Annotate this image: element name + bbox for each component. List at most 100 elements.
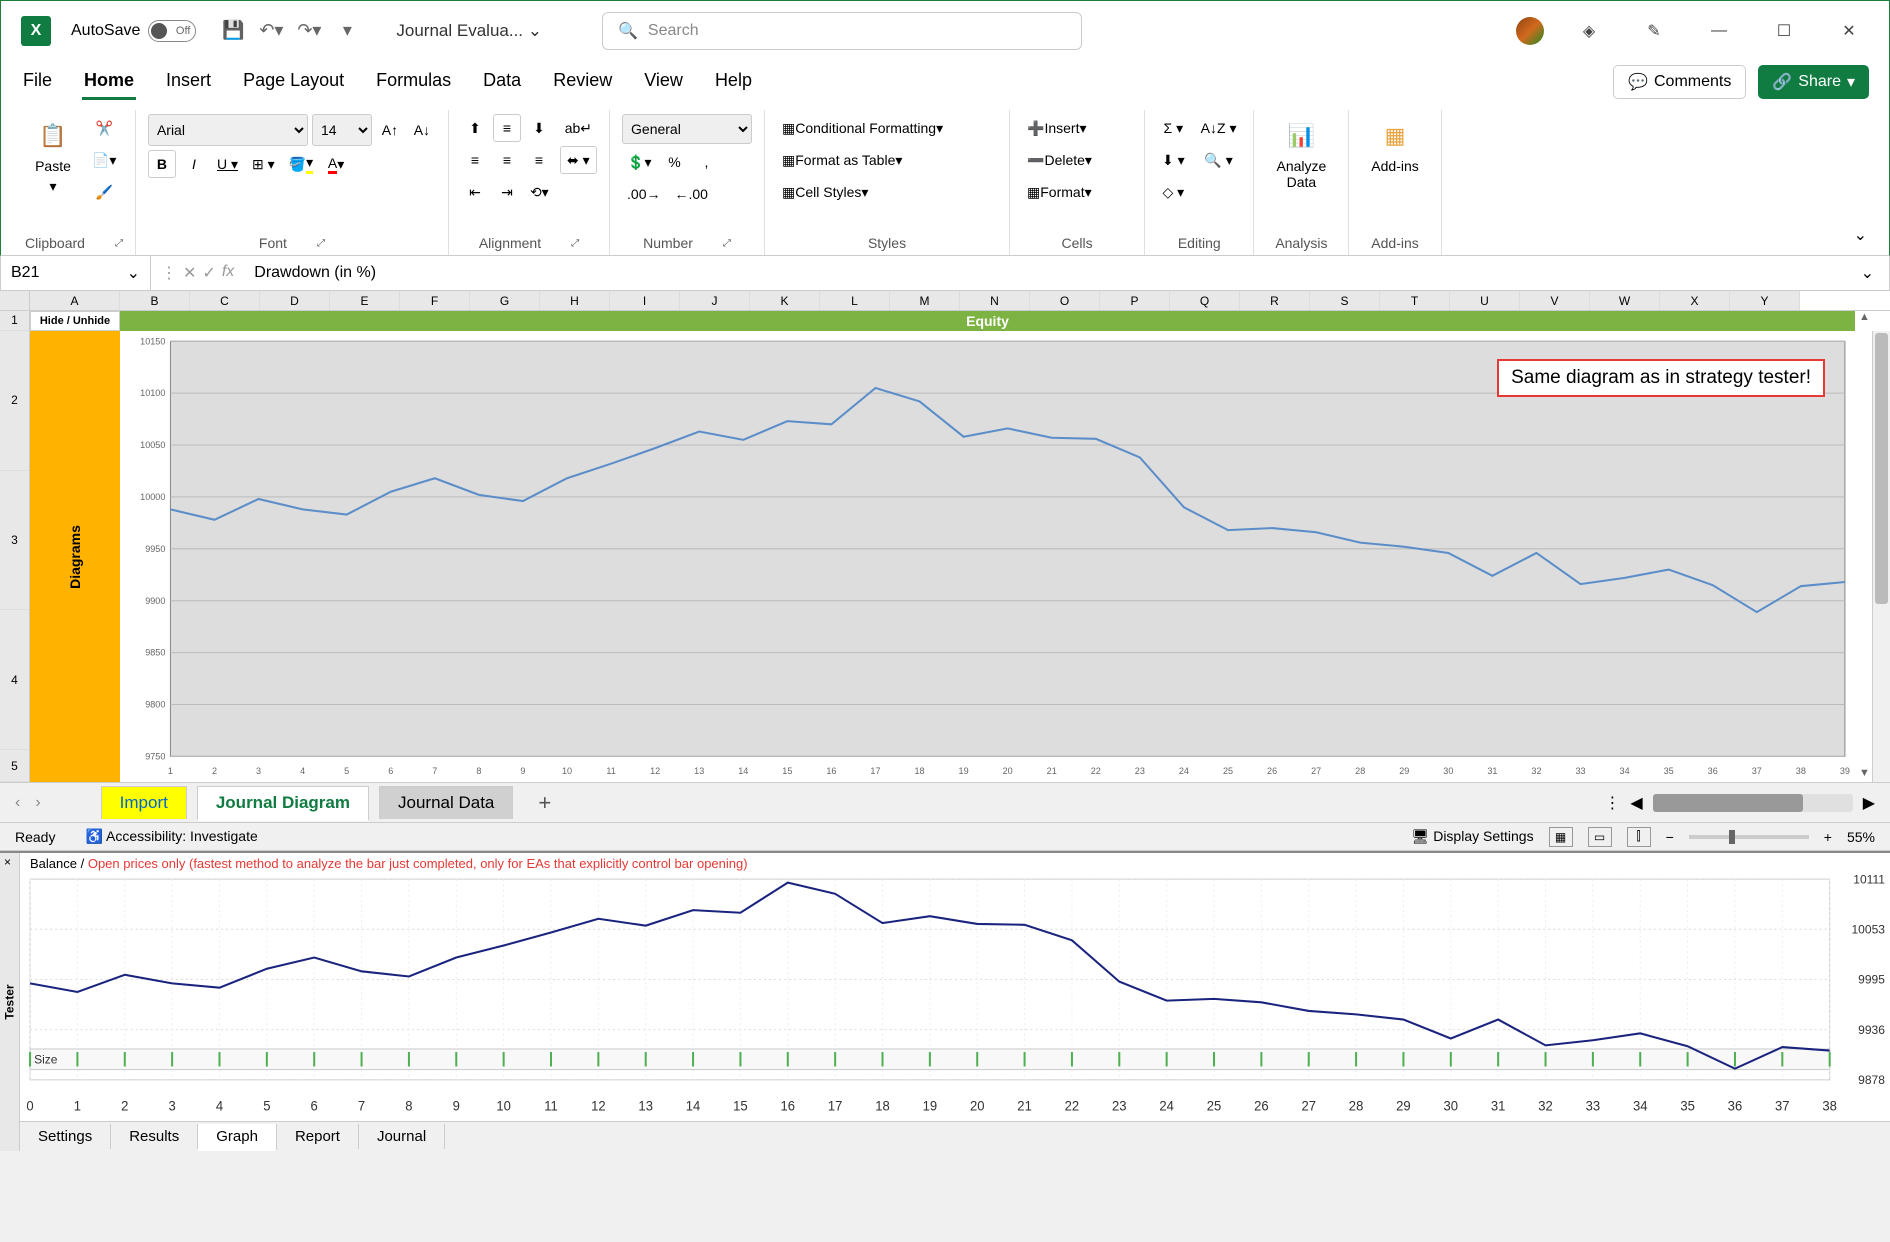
column-header[interactable]: L — [820, 291, 890, 310]
sheet-next-icon[interactable]: › — [35, 794, 40, 812]
font-color-icon[interactable]: A▾ — [322, 150, 350, 178]
addins-button[interactable]: ▦ Add-ins — [1361, 114, 1428, 178]
add-sheet-button[interactable]: + — [538, 790, 551, 816]
paste-button[interactable]: 📋 Paste▾ — [25, 114, 81, 199]
conditional-formatting-button[interactable]: ▦ Conditional Formatting ▾ — [777, 114, 997, 142]
scroll-up-icon[interactable]: ▲ — [1857, 311, 1872, 326]
tab-view[interactable]: View — [642, 64, 685, 100]
column-header[interactable]: B — [120, 291, 190, 310]
tester-close-icon[interactable]: × — [4, 855, 11, 869]
clipboard-launcher-icon[interactable]: ⤢ — [115, 238, 123, 249]
column-header[interactable]: X — [1660, 291, 1730, 310]
currency-icon[interactable]: 💲▾ — [622, 148, 656, 176]
sheet-prev-icon[interactable]: ‹ — [15, 794, 20, 812]
row-header[interactable]: 5 — [0, 750, 30, 782]
autosum-icon[interactable]: Σ ▾ — [1157, 114, 1190, 142]
vertical-scrollbar[interactable] — [1872, 331, 1890, 782]
underline-button[interactable]: U ▾ — [212, 150, 243, 178]
collapse-ribbon-icon[interactable]: ⌄ — [1844, 215, 1877, 255]
font-size-select[interactable]: 14 — [312, 114, 372, 146]
tab-page-layout[interactable]: Page Layout — [241, 64, 346, 100]
align-bottom-icon[interactable]: ⬇ — [525, 114, 553, 142]
enter-icon[interactable]: ✓ — [202, 263, 215, 283]
tester-tab-settings[interactable]: Settings — [20, 1124, 111, 1149]
page-break-view-icon[interactable]: ⫿ — [1627, 827, 1651, 847]
tab-review[interactable]: Review — [551, 64, 614, 100]
accessibility-status[interactable]: ♿ Accessibility: Investigate — [85, 828, 257, 845]
number-launcher-icon[interactable]: ⤢ — [723, 238, 731, 249]
column-header[interactable]: R — [1240, 291, 1310, 310]
horizontal-scrollbar[interactable] — [1653, 794, 1853, 812]
column-header[interactable]: I — [610, 291, 680, 310]
column-header[interactable]: A — [30, 291, 120, 310]
row-header[interactable]: 1 — [0, 311, 30, 331]
column-header[interactable]: U — [1450, 291, 1520, 310]
format-cells-button[interactable]: ▦ Format ▾ — [1022, 178, 1132, 206]
fill-color-icon[interactable]: 🪣▾ — [284, 150, 318, 178]
hide-unhide-cell[interactable]: Hide / Unhide — [30, 311, 120, 331]
increase-font-icon[interactable]: A↑ — [376, 116, 404, 144]
increase-indent-icon[interactable]: ⇥ — [493, 178, 521, 206]
user-avatar[interactable] — [1516, 17, 1544, 45]
zoom-out-icon[interactable]: − — [1666, 829, 1674, 845]
equity-chart-container[interactable]: 9750980098509900995010000100501010010150… — [120, 331, 1855, 782]
scroll-down-icon[interactable]: ▼ — [1857, 767, 1872, 782]
redo-icon[interactable]: ↷▾ — [294, 16, 324, 46]
orientation-icon[interactable]: ⟲▾ — [525, 178, 554, 206]
row-header[interactable]: 4 — [0, 610, 30, 750]
comments-button[interactable]: 💬 Comments — [1613, 65, 1746, 99]
minimize-button[interactable]: — — [1699, 16, 1739, 46]
page-layout-view-icon[interactable]: ▭ — [1588, 827, 1612, 847]
zoom-level[interactable]: 55% — [1847, 829, 1875, 845]
column-header[interactable]: K — [750, 291, 820, 310]
delete-cells-button[interactable]: ➖ Delete ▾ — [1022, 146, 1132, 174]
format-as-table-button[interactable]: ▦ Format as Table ▾ — [777, 146, 997, 174]
italic-button[interactable]: I — [180, 150, 208, 178]
column-header[interactable]: F — [400, 291, 470, 310]
autosave-control[interactable]: AutoSave Off — [71, 20, 196, 42]
column-header[interactable]: W — [1590, 291, 1660, 310]
tab-formulas[interactable]: Formulas — [374, 64, 453, 100]
tester-side-handle[interactable]: × Tester — [0, 853, 20, 1151]
alignment-launcher-icon[interactable]: ⤢ — [571, 238, 579, 249]
display-settings-button[interactable]: 🖥 Display Settings — [1412, 828, 1534, 845]
font-launcher-icon[interactable]: ⤢ — [317, 238, 325, 249]
align-left-icon[interactable]: ≡ — [461, 146, 489, 174]
column-header[interactable]: G — [470, 291, 540, 310]
column-header[interactable]: T — [1380, 291, 1450, 310]
tab-help[interactable]: Help — [713, 64, 754, 100]
format-painter-icon[interactable]: 🖌️ — [87, 178, 121, 206]
clear-icon[interactable]: ◇ ▾ — [1157, 178, 1190, 206]
column-header[interactable]: S — [1310, 291, 1380, 310]
copy-icon[interactable]: 📄▾ — [87, 146, 121, 174]
autosave-toggle[interactable]: Off — [148, 20, 196, 42]
cut-icon[interactable]: ✂️ — [87, 114, 121, 142]
tester-tab-graph[interactable]: Graph — [198, 1124, 277, 1151]
tester-tab-journal[interactable]: Journal — [359, 1124, 445, 1149]
formula-expand-icon[interactable]: ⌄ — [1846, 263, 1889, 283]
maximize-button[interactable]: ☐ — [1764, 16, 1804, 46]
document-name[interactable]: Journal Evalua... ⌄ — [396, 21, 542, 41]
column-header[interactable]: P — [1100, 291, 1170, 310]
font-name-select[interactable]: Arial — [148, 114, 308, 146]
tab-data[interactable]: Data — [481, 64, 523, 100]
tab-home[interactable]: Home — [82, 64, 136, 100]
number-format-select[interactable]: General — [622, 114, 752, 144]
decrease-font-icon[interactable]: A↓ — [408, 116, 436, 144]
column-header[interactable]: Y — [1730, 291, 1800, 310]
undo-icon[interactable]: ↶▾ — [256, 16, 286, 46]
fb-menu-icon[interactable]: ⋮ — [161, 263, 177, 283]
comma-icon[interactable]: , — [692, 148, 720, 176]
increase-decimal-icon[interactable]: .00→ — [622, 180, 665, 208]
column-header[interactable]: N — [960, 291, 1030, 310]
tester-tab-results[interactable]: Results — [111, 1124, 198, 1149]
formula-input[interactable]: Drawdown (in %) — [244, 264, 1845, 282]
align-center-icon[interactable]: ≡ — [493, 146, 521, 174]
tab-insert[interactable]: Insert — [164, 64, 213, 100]
cell-styles-button[interactable]: ▦ Cell Styles ▾ — [777, 178, 997, 206]
column-header[interactable]: M — [890, 291, 960, 310]
search-input[interactable]: 🔍 Search — [602, 12, 1082, 50]
hscroll-right-icon[interactable]: ▶ — [1863, 793, 1875, 813]
zoom-in-icon[interactable]: + — [1824, 829, 1832, 845]
tester-tab-report[interactable]: Report — [277, 1124, 359, 1149]
